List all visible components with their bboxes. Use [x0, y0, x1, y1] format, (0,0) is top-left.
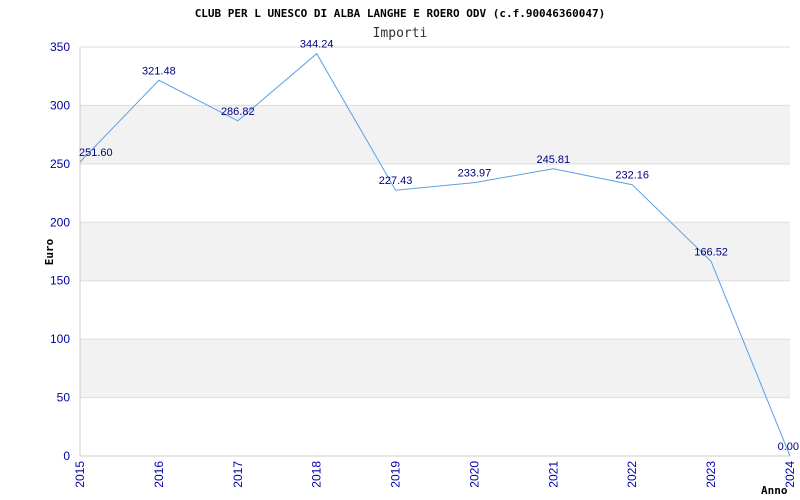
y-axis-label: Euro [43, 238, 56, 265]
data-label: 0.00 [778, 441, 799, 453]
chart-title: CLUB PER L UNESCO DI ALBA LANGHE E ROERO… [195, 7, 606, 20]
x-tick-label: 2016 [152, 461, 166, 488]
data-label: 321.48 [142, 65, 176, 77]
grid-band [80, 339, 790, 398]
data-label: 245.81 [537, 154, 571, 166]
y-tick-label: 50 [57, 391, 71, 405]
y-tick-label: 150 [50, 274, 70, 288]
x-tick-label: 2020 [467, 461, 481, 488]
x-tick-label: 2023 [704, 461, 718, 488]
y-tick-label: 250 [50, 157, 70, 171]
x-tick-label: 2018 [310, 461, 324, 488]
x-tick-labels: 2015 2016 2017 2018 2019 2020 2021 2022 2023 2024 [73, 461, 797, 488]
y-tick-label: 100 [50, 332, 70, 346]
y-tick-label: 350 [50, 40, 70, 54]
grid-band [80, 222, 790, 281]
chart-subtitle: Importi [373, 26, 428, 41]
x-tick-label: 2015 [73, 461, 87, 488]
data-label: 227.43 [379, 175, 413, 187]
x-axis-label: Anno [761, 484, 788, 497]
grid-band [80, 105, 790, 164]
x-tick-label: 2022 [625, 461, 639, 488]
data-label: 166.52 [694, 246, 728, 258]
line-chart: 0 50 100 150 200 250 300 350 2015 2016 2017 2018 20… [43, 7, 799, 497]
data-label: 286.82 [221, 106, 255, 118]
data-label: 251.60 [79, 147, 113, 159]
y-tick-label: 300 [50, 98, 70, 112]
data-label: 344.24 [300, 39, 334, 51]
grid-bands [80, 105, 790, 398]
y-tick-label: 200 [50, 215, 70, 229]
data-label: 232.16 [615, 170, 649, 182]
data-label: 233.97 [458, 168, 492, 180]
x-tick-label: 2021 [546, 461, 560, 488]
x-tick-label: 2017 [231, 461, 245, 488]
x-tick-label: 2019 [389, 461, 403, 488]
y-tick-label: 0 [63, 449, 70, 463]
